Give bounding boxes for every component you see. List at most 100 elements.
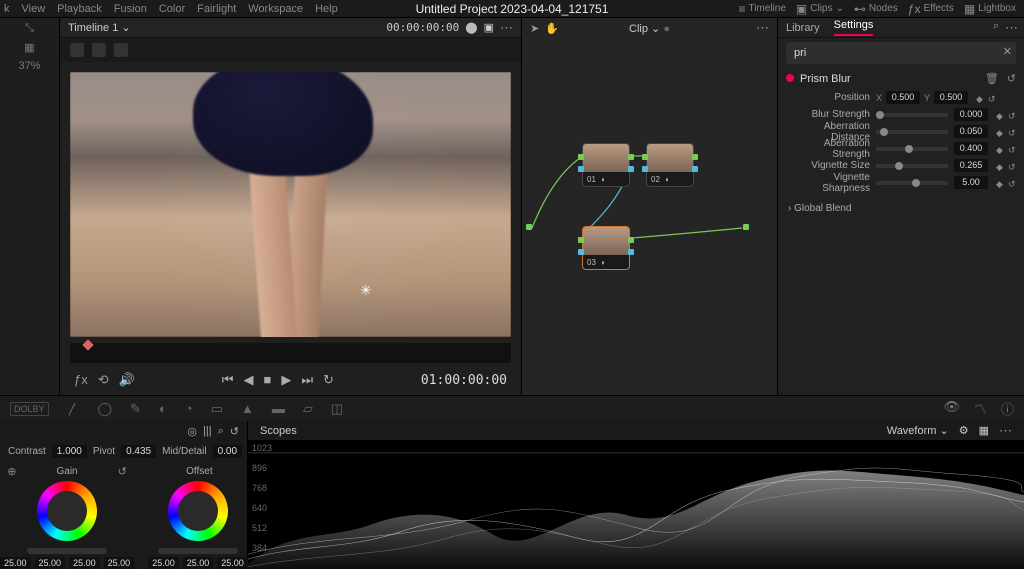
qualifier-icon[interactable]: ◐: [159, 401, 167, 416]
audio-icon[interactable]: 🔊: [119, 372, 135, 388]
menu-item[interactable]: Color: [159, 3, 185, 15]
split-view-icon[interactable]: [92, 43, 106, 57]
record-icon[interactable]: ⬤: [465, 21, 477, 34]
keyframe-icon[interactable]: ◆: [996, 111, 1004, 119]
value-field[interactable]: 5.00: [954, 176, 988, 189]
keyframe-icon[interactable]: ◆: [996, 128, 1004, 136]
clear-search-icon[interactable]: ✕: [1003, 45, 1012, 58]
scopes-icon[interactable]: 〽: [974, 399, 987, 418]
node-03[interactable]: 03◑: [582, 226, 630, 270]
position-y-field[interactable]: 0.500: [934, 91, 968, 104]
grid-icon[interactable]: ▦: [24, 41, 34, 54]
info-icon[interactable]: ⓘ: [1001, 399, 1014, 418]
value-field[interactable]: 0.050: [954, 125, 988, 138]
global-blend-section[interactable]: › Global Blend: [778, 197, 1024, 220]
trash-icon[interactable]: 🗑: [985, 72, 999, 85]
value-field[interactable]: 0.265: [954, 159, 988, 172]
center-marker-icon[interactable]: ✳: [360, 282, 372, 299]
timeline-name[interactable]: Timeline 1 ⌄: [68, 21, 131, 34]
more-icon[interactable]: ⋯: [999, 423, 1012, 439]
log-mode-icon[interactable]: ⌕: [218, 425, 224, 438]
val-field[interactable]: 25.00: [0, 557, 31, 569]
node-02[interactable]: 02◑: [646, 143, 694, 187]
menu-item[interactable]: Help: [315, 3, 338, 15]
graph-input-port[interactable]: [526, 224, 532, 230]
slider[interactable]: [876, 181, 948, 185]
more-icon[interactable]: ⋯: [1005, 20, 1018, 36]
more-icon[interactable]: ⋯: [500, 20, 513, 36]
waveform-scope[interactable]: 1023 896 768 640 512 384: [248, 441, 1024, 569]
scopes-mode[interactable]: Waveform ⌄: [887, 424, 949, 437]
graph-output-port[interactable]: [743, 224, 749, 230]
highlight-icon[interactable]: [114, 43, 128, 57]
val-field[interactable]: 25.00: [148, 557, 179, 569]
wheels-mode-icon[interactable]: ◎: [187, 425, 197, 438]
settings-icon[interactable]: ⚙: [959, 424, 969, 437]
keyframe-icon[interactable]: ◆: [996, 179, 1004, 187]
val-field[interactable]: 25.00: [69, 557, 100, 569]
image-wipe-icon[interactable]: [70, 43, 84, 57]
reset-param-icon[interactable]: ↺: [1008, 145, 1016, 153]
eyedropper-icon[interactable]: ✎: [130, 401, 141, 417]
more-icon[interactable]: ⋯: [756, 20, 769, 35]
keyframe-icon[interactable]: ◆: [996, 162, 1004, 170]
effect-enable-icon[interactable]: [786, 74, 794, 82]
stop-button[interactable]: ■: [263, 372, 271, 388]
position-x-field[interactable]: 0.500: [886, 91, 920, 104]
menu-item[interactable]: Workspace: [248, 3, 303, 15]
reset-param-icon[interactable]: ↺: [1008, 162, 1016, 170]
value-field[interactable]: 0.000: [954, 108, 988, 121]
color-wheel[interactable]: [37, 481, 97, 541]
clips-module[interactable]: ▣Clips⌄: [796, 2, 844, 16]
mute-icon[interactable]: ⟲: [98, 372, 109, 388]
bypass-icon[interactable]: ƒx: [74, 372, 88, 388]
lightbox-module[interactable]: ▦Lightbox: [964, 2, 1016, 16]
middetail-field[interactable]: 0.00: [213, 445, 242, 458]
scrub-bar[interactable]: [70, 343, 511, 363]
viewer-preview[interactable]: ✳: [70, 72, 511, 337]
tab-settings[interactable]: Settings: [834, 19, 874, 36]
reset-icon[interactable]: ↺: [1007, 72, 1016, 85]
window-icon[interactable]: ◔: [185, 401, 193, 416]
menu-item[interactable]: Playback: [57, 3, 102, 15]
loop-button[interactable]: ↻: [323, 372, 334, 388]
keyframe-icon[interactable]: ◆: [996, 145, 1004, 153]
playhead-icon[interactable]: [82, 339, 93, 350]
keyframe-icon[interactable]: ◆: [976, 94, 984, 102]
tracker-icon[interactable]: ▭: [211, 401, 223, 417]
jog-wheel[interactable]: [158, 548, 238, 554]
curves-icon[interactable]: 〳: [67, 399, 80, 418]
key-icon[interactable]: ▬: [272, 401, 285, 416]
sizing-icon[interactable]: ▱: [303, 401, 313, 417]
menu-item[interactable]: Fusion: [114, 3, 147, 15]
val-field[interactable]: 25.00: [35, 557, 66, 569]
tab-library[interactable]: Library: [786, 22, 820, 34]
timecode-out[interactable]: 01:00:00:00: [421, 373, 507, 388]
first-frame-button[interactable]: ⏮: [222, 372, 234, 388]
value-field[interactable]: 0.400: [954, 142, 988, 155]
val-field[interactable]: 25.00: [104, 557, 135, 569]
pan-icon[interactable]: ✋: [545, 22, 559, 35]
reset-param-icon[interactable]: ↺: [988, 94, 996, 102]
reset-icon[interactable]: ↺: [118, 465, 127, 478]
nodes-module[interactable]: ⊷Nodes: [854, 2, 898, 16]
blur-icon[interactable]: ▲: [241, 401, 254, 416]
jog-wheel[interactable]: [27, 548, 107, 554]
contrast-field[interactable]: 1.000: [52, 445, 87, 458]
expand-icon[interactable]: ▣: [484, 21, 494, 34]
timecode-in[interactable]: 00:00:00:00: [386, 21, 459, 34]
menu-item[interactable]: Fairlight: [197, 3, 236, 15]
expand-icon[interactable]: ⤡: [25, 22, 34, 35]
layout-icon[interactable]: ▦: [979, 424, 989, 437]
reset-param-icon[interactable]: ↺: [1008, 111, 1016, 119]
dolby-icon[interactable]: DOLBY: [10, 402, 49, 416]
slider[interactable]: [876, 113, 948, 117]
slider[interactable]: [876, 130, 948, 134]
effects-module[interactable]: ƒxEffects: [908, 2, 954, 16]
menu-item[interactable]: k: [4, 3, 10, 15]
link-icon[interactable]: ⊕: [7, 465, 16, 478]
color-wheel[interactable]: [168, 481, 228, 541]
node-graph[interactable]: 01◑ 02◑ 03◑: [522, 38, 777, 395]
stereo-icon[interactable]: ◫: [331, 401, 343, 417]
menu-item[interactable]: View: [22, 3, 46, 15]
